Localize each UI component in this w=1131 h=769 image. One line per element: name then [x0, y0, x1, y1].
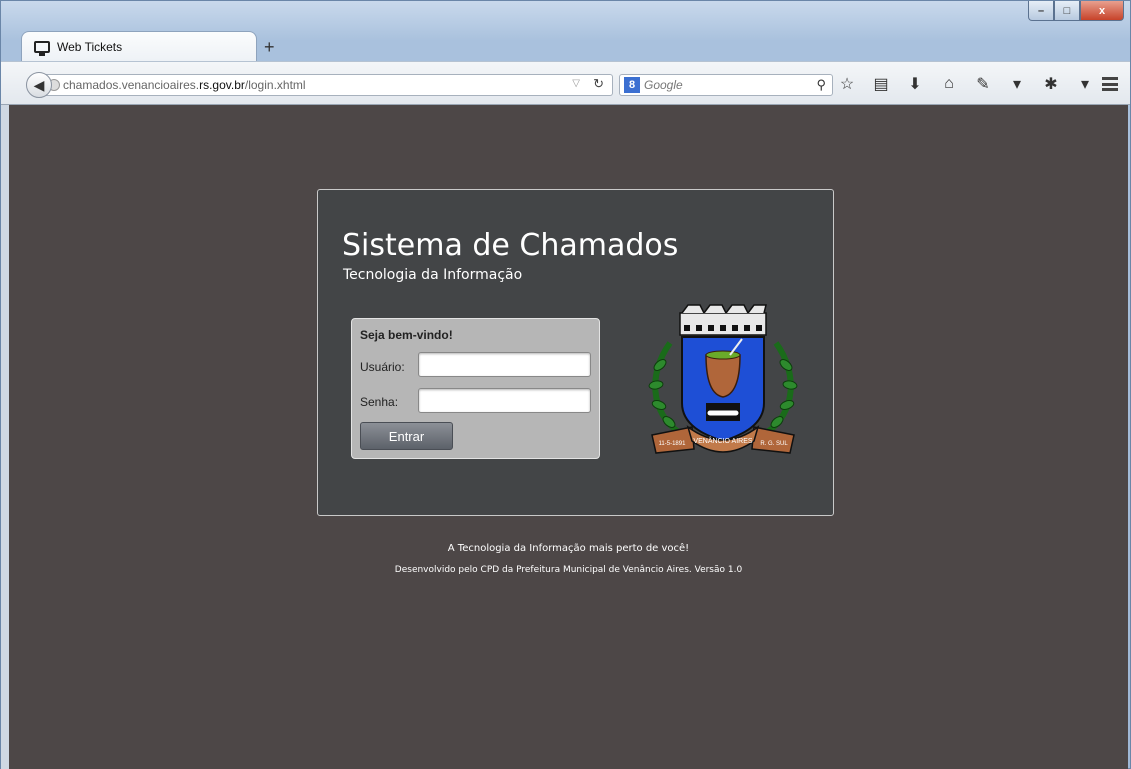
- password-label: Senha:: [360, 395, 399, 409]
- addon-dropdown-icon[interactable]: ▾: [1007, 74, 1027, 94]
- tab-title: Web Tickets: [57, 39, 123, 54]
- bookmark-star-icon[interactable]: ☆: [837, 74, 857, 94]
- ribbon-text-center: VENÂNCIO AIRES: [693, 436, 752, 445]
- new-tab-button[interactable]: +: [264, 37, 275, 58]
- login-panel: Sistema de Chamados Tecnologia da Inform…: [317, 189, 834, 516]
- window-controls: – □ x: [1028, 1, 1124, 21]
- search-icon[interactable]: ⚲: [816, 77, 826, 93]
- close-button[interactable]: x: [1080, 1, 1124, 21]
- welcome-label: Seja bem-vindo!: [360, 328, 453, 342]
- footer-tagline: A Tecnologia da Informação mais perto de…: [447, 543, 690, 554]
- username-input[interactable]: [418, 352, 591, 377]
- ribbon-text-left: 11-5-1891: [659, 441, 687, 447]
- hamburger-menu-icon[interactable]: [1102, 77, 1118, 91]
- dropdown-arrow-icon[interactable]: ▽: [572, 78, 580, 89]
- google-icon[interactable]: 8: [624, 77, 640, 93]
- browser-window: – □ x Web Tickets + chamados.venancioair…: [0, 0, 1131, 769]
- password-input[interactable]: [418, 388, 591, 413]
- url-prefix: chamados.venancioaires.: [63, 78, 200, 92]
- ribbon-text-right: R. G. SUL: [760, 441, 788, 447]
- coat-of-arms-emblem: VENÂNCIO AIRES 11-5-1891 R. G. SUL: [648, 304, 798, 454]
- url-path: /login.xhtml: [244, 78, 306, 92]
- download-icon[interactable]: ⬇: [905, 74, 925, 94]
- search-bar[interactable]: 8 Google ⚲: [619, 74, 833, 96]
- page-subtitle: Tecnologia da Informação: [343, 267, 523, 283]
- back-arrow-icon: ◀: [33, 76, 45, 93]
- page-content: Sistema de Chamados Tecnologia da Inform…: [9, 105, 1128, 769]
- reload-icon[interactable]: ↻: [593, 76, 604, 92]
- bookmarks-list-icon[interactable]: ▤: [871, 74, 891, 94]
- username-label: Usuário:: [360, 360, 405, 374]
- toolbar-icons: ☆ ▤ ⬇ ⌂ ✎ ▾ ✱ ▾: [837, 74, 1095, 94]
- login-button[interactable]: Entrar: [360, 422, 453, 450]
- window-edge: [1, 105, 9, 769]
- extension-icon[interactable]: ✱: [1041, 74, 1061, 94]
- navigation-toolbar: chamados.venancioaires. rs.gov.br/login.x…: [1, 61, 1130, 105]
- page-title: Sistema de Chamados: [342, 228, 679, 263]
- addon-icon[interactable]: ✎: [973, 74, 993, 94]
- footer-credits: Desenvolvido pelo CPD da Prefeitura Muni…: [394, 565, 743, 575]
- search-placeholder: Google: [644, 78, 683, 92]
- url-domain: rs.gov.br: [199, 78, 245, 92]
- browser-tab[interactable]: Web Tickets: [21, 31, 257, 61]
- extension-dropdown-icon[interactable]: ▾: [1075, 74, 1095, 94]
- back-button[interactable]: ◀: [26, 72, 52, 98]
- maximize-button[interactable]: □: [1054, 1, 1080, 21]
- address-bar[interactable]: chamados.venancioaires. rs.gov.br/login.x…: [45, 74, 613, 96]
- home-icon[interactable]: ⌂: [939, 75, 959, 93]
- monitor-icon: [34, 40, 50, 56]
- login-form: Seja bem-vindo! Usuário: Senha: Entrar: [351, 318, 600, 459]
- minimize-button[interactable]: –: [1028, 1, 1054, 21]
